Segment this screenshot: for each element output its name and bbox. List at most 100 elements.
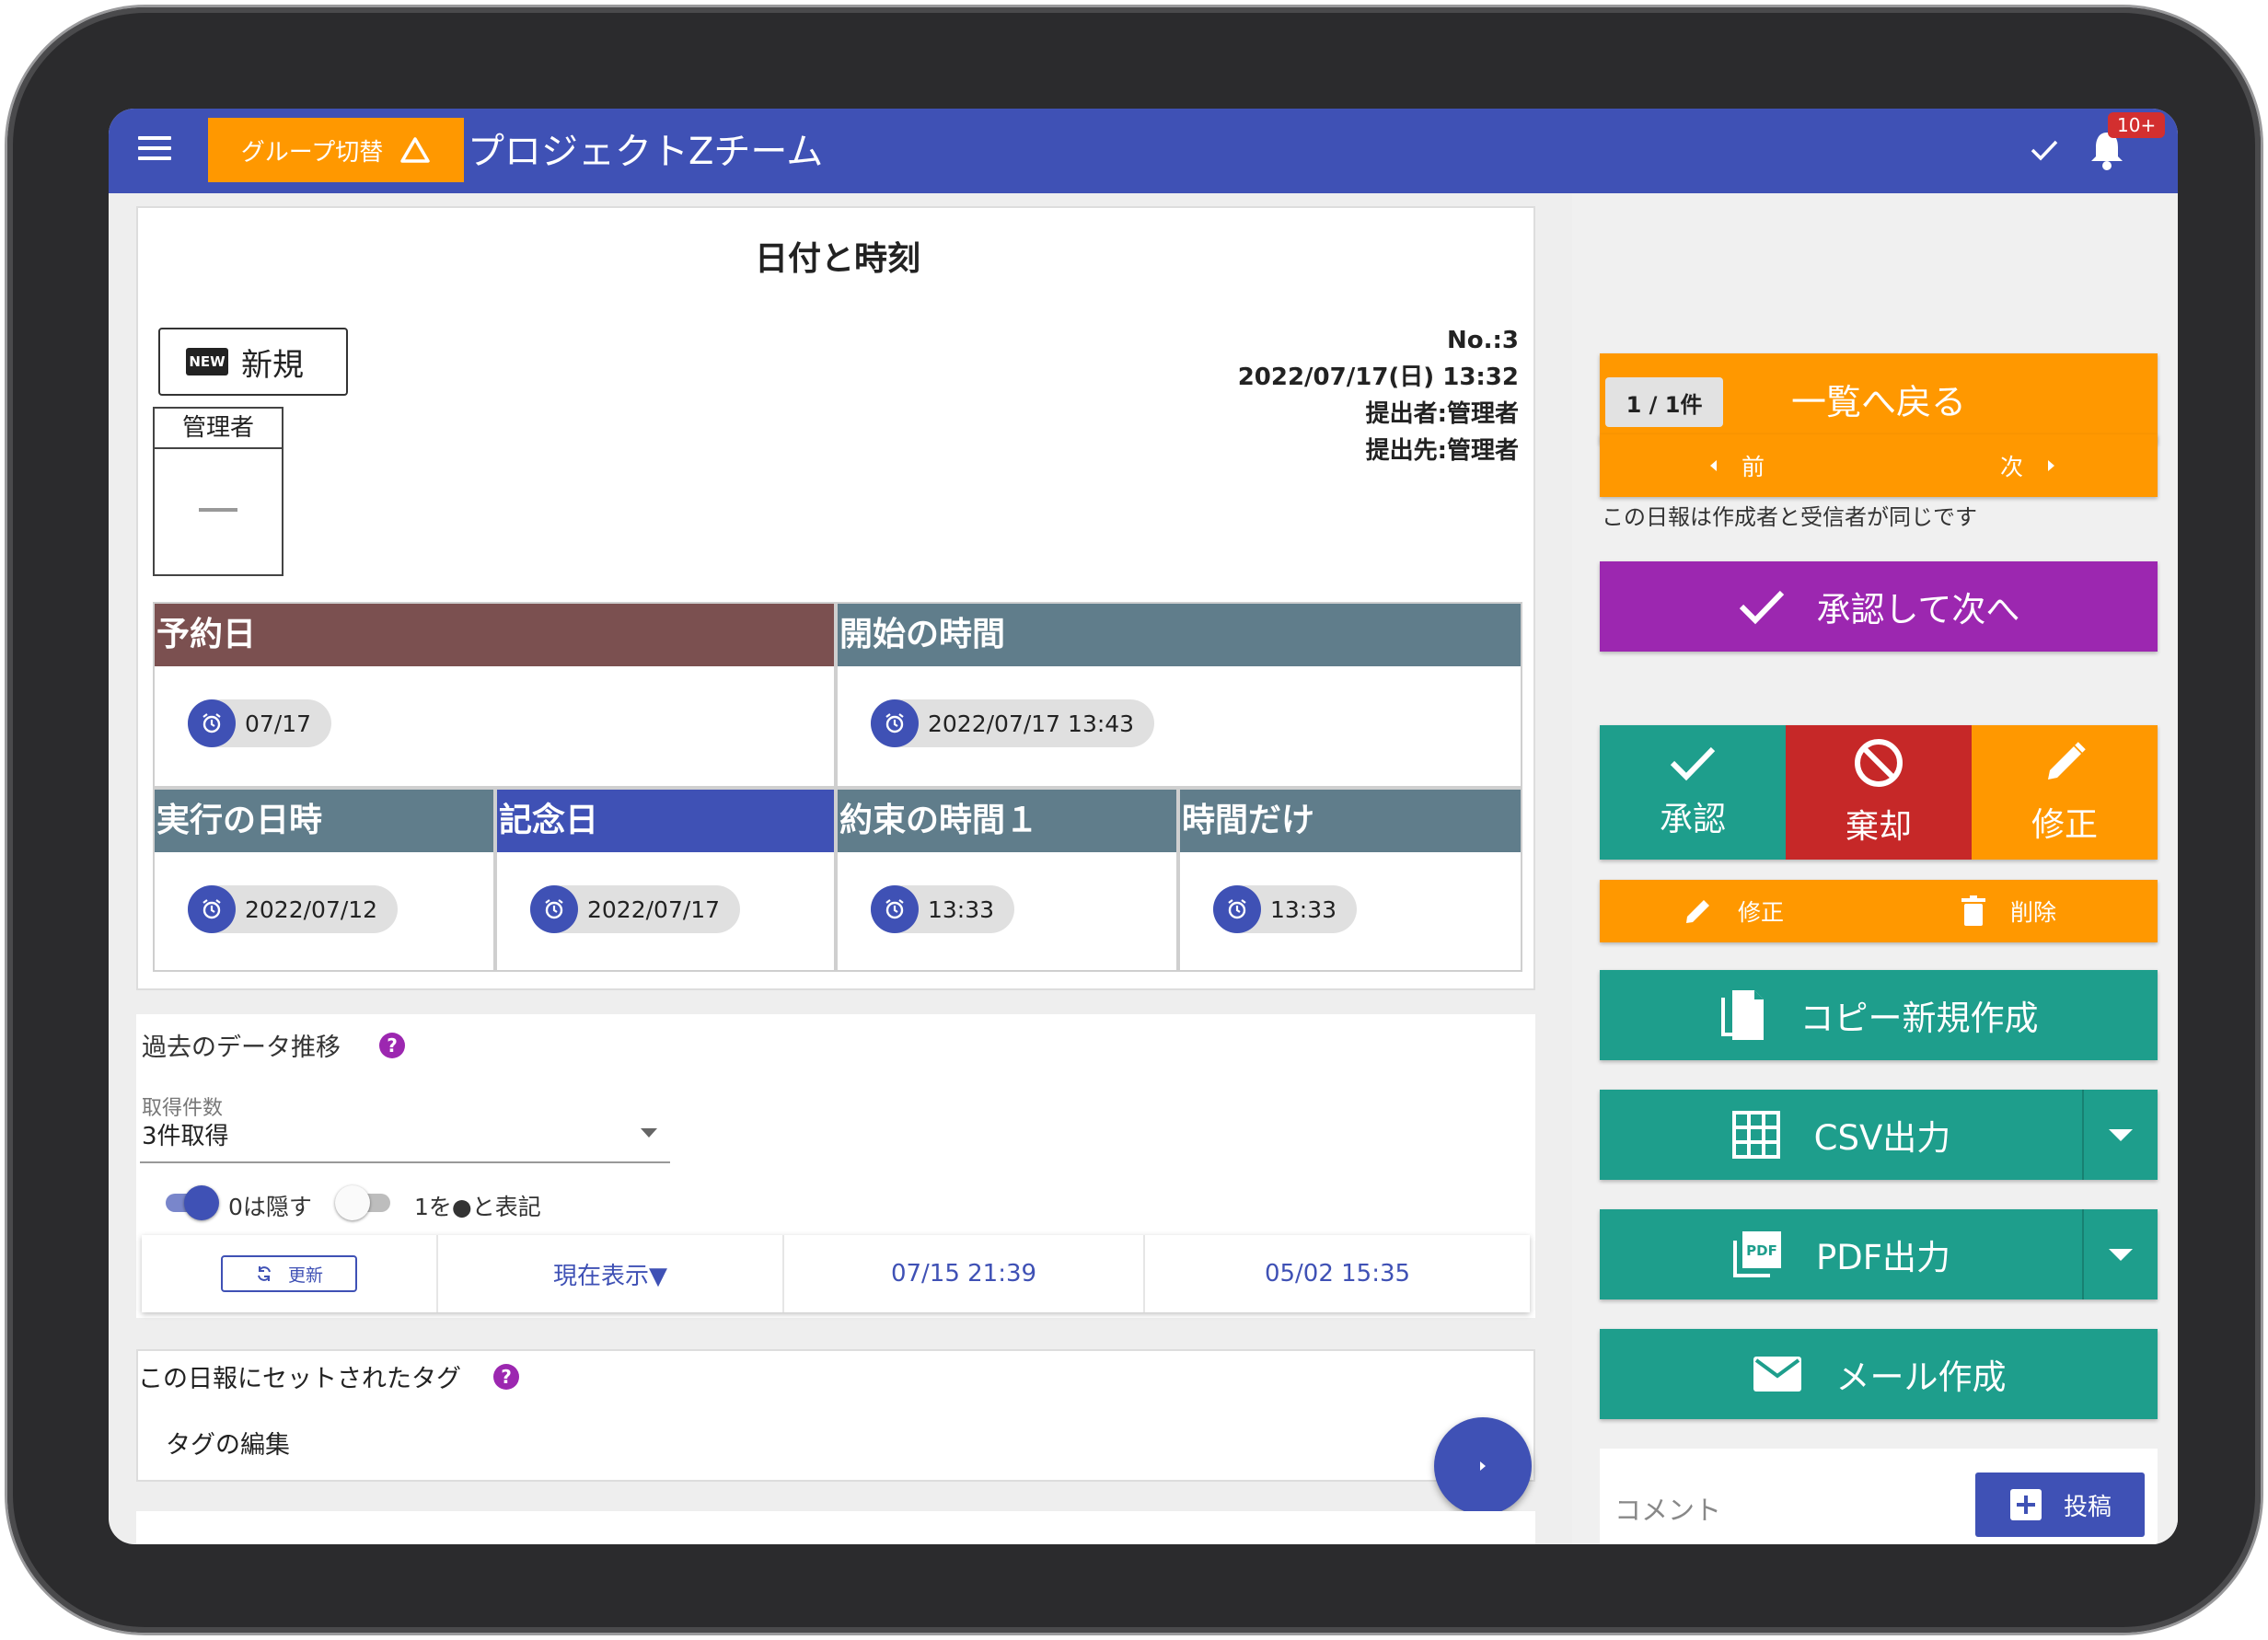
field-time-only: 時間だけ 13:33: [1178, 788, 1522, 972]
check-icon[interactable]: [2029, 136, 2060, 164]
same-author-notice: この日報は作成者と受信者が同じです: [1602, 504, 1977, 530]
refresh-label: 更新: [287, 1265, 323, 1286]
expand-fab-button[interactable]: [1434, 1417, 1532, 1515]
edit-label: 修正: [1738, 899, 1785, 926]
report-meta: No.:3 2022/07/17(日) 13:32 提出者:管理者 提出先:管理…: [1238, 322, 1519, 469]
copy-icon: [1720, 990, 1764, 1040]
hide-zero-label: 0は隠す: [228, 1194, 312, 1220]
alarm-clock-icon: [188, 885, 236, 933]
reject-button[interactable]: 棄却: [1786, 725, 1972, 860]
approver-label: 管理者: [155, 409, 282, 449]
chip-value: 2022/07/17: [587, 895, 721, 923]
history-column-current[interactable]: 現在表示▼: [438, 1235, 784, 1312]
decision-button-group: 承認 棄却 修正: [1600, 725, 2158, 860]
pager-bar: 前 次: [1600, 434, 2158, 497]
mail-create-button[interactable]: メール作成: [1600, 1329, 2158, 1419]
approver-empty-stamp: [199, 508, 237, 512]
hide-zero-toggle[interactable]: [162, 1184, 219, 1220]
prev-button[interactable]: 前: [1708, 449, 1765, 482]
report-submitter: 提出者:管理者: [1365, 400, 1519, 428]
chip-value: 2022/07/17 13:43: [928, 710, 1135, 737]
date-chip[interactable]: 13:33: [871, 885, 1015, 933]
next-label: 次: [1999, 454, 2023, 480]
back-to-list-label: 一覧へ戻る: [1790, 381, 1966, 422]
history-column-1[interactable]: 07/15 21:39: [784, 1235, 1145, 1312]
edit-button[interactable]: 修正: [1683, 895, 1784, 928]
edit-tags-link[interactable]: タグの編集: [166, 1425, 290, 1461]
next-button[interactable]: 次: [2000, 449, 2056, 482]
app-title: プロジェクトZチーム: [468, 131, 824, 173]
group-switch-button[interactable]: グループ切替: [208, 118, 464, 182]
field-label: 実行の日時: [155, 790, 493, 852]
approve-button[interactable]: 承認: [1600, 725, 1786, 860]
pdf-export-button[interactable]: PDF PDF出力: [1600, 1209, 2158, 1299]
refresh-button[interactable]: 更新: [221, 1255, 357, 1292]
warning-triangle-icon: [400, 137, 430, 163]
report-number: No.:3: [1447, 327, 1519, 354]
field-label: 予約日: [155, 604, 834, 666]
dot-notation-toggle[interactable]: [335, 1184, 392, 1220]
date-chip[interactable]: 07/17: [188, 699, 332, 747]
mail-create-label: メール作成: [1835, 1357, 2007, 1397]
delete-button[interactable]: 削除: [1961, 895, 2056, 928]
select-underline: [140, 1161, 670, 1163]
tablet-frame: グループ切替 プロジェクトZチーム 10+ 日付と時刻 NEW 新規 管理者 N…: [7, 7, 2261, 1633]
notification-badge: 10+: [2108, 112, 2166, 138]
alarm-clock-icon: [871, 885, 919, 933]
select-value: 3件取得: [142, 1123, 229, 1150]
approve-and-next-button[interactable]: 承認して次へ: [1600, 561, 2158, 652]
pdf-dropdown-button[interactable]: [2082, 1209, 2158, 1299]
comment-box: コメント 投稿: [1600, 1449, 2158, 1544]
report-datetime: 2022/07/17(日) 13:32: [1237, 364, 1519, 391]
mail-icon: [1753, 1357, 1801, 1392]
comment-input[interactable]: コメント: [1614, 1489, 1721, 1528]
chip-value: 13:33: [928, 895, 995, 923]
date-chip[interactable]: 2022/07/12: [188, 885, 399, 933]
alarm-clock-icon: [530, 885, 578, 933]
alarm-clock-icon: [188, 699, 236, 747]
field-anniversary: 記念日 2022/07/17: [495, 788, 836, 972]
date-chip[interactable]: 2022/07/17 13:43: [871, 699, 1155, 747]
pencil-icon: [2048, 742, 2086, 780]
caret-right-icon: [2048, 460, 2054, 471]
date-chip[interactable]: 13:33: [1213, 885, 1358, 933]
approver-stamp-box: 管理者: [153, 407, 284, 576]
history-column-2[interactable]: 05/02 15:35: [1145, 1235, 1530, 1312]
action-panel: 一覧へ戻る 1 / 1件 前 次 この日報は作成者と受信者が同じです 承認して次…: [1572, 193, 2178, 1544]
field-reservation-date: 予約日 07/17: [153, 602, 836, 788]
trash-icon: [1961, 895, 1985, 926]
post-label: 投稿: [2063, 1493, 2112, 1521]
data-history-card: 過去のデータ推移 ? 取得件数 3件取得 0は隠す 1を●と表記 更新 現在表示…: [136, 1014, 1535, 1318]
pdf-export-label: PDF出力: [1815, 1238, 1951, 1277]
group-switch-label: グループ切替: [240, 138, 384, 167]
prev-label: 前: [1742, 454, 1765, 480]
pdf-icon-text: PDF: [1746, 1242, 1777, 1259]
dot-notation-label: 1を●と表記: [414, 1194, 541, 1220]
csv-export-button[interactable]: CSV出力: [1600, 1090, 2158, 1180]
help-icon[interactable]: ?: [493, 1364, 519, 1390]
chip-value: 2022/07/12: [245, 895, 378, 923]
history-title: 過去のデータ推移: [142, 1034, 341, 1062]
csv-dropdown-button[interactable]: [2082, 1090, 2158, 1180]
copy-new-button[interactable]: コピー新規作成: [1600, 970, 2158, 1060]
tags-card: この日報にセットされたタグ ? タグの編集: [136, 1349, 1535, 1482]
reject-label: 棄却: [1845, 808, 1912, 846]
menu-icon[interactable]: [138, 136, 171, 164]
post-button[interactable]: 投稿: [1975, 1473, 2145, 1537]
page-count: 1 / 1件: [1605, 377, 1723, 427]
tags-title: この日報にセットされたタグ: [138, 1365, 461, 1393]
date-chip[interactable]: 2022/07/17: [530, 885, 741, 933]
report-card: 日付と時刻 NEW 新規 管理者 No.:3 2022/07/17(日) 13:…: [136, 206, 1535, 990]
help-icon[interactable]: ?: [379, 1033, 405, 1058]
revise-button[interactable]: 修正: [1972, 725, 2158, 860]
csv-export-label: CSV出力: [1813, 1118, 1951, 1158]
chip-value: 13:33: [1270, 895, 1337, 923]
pdf-icon: PDF: [1732, 1231, 1781, 1277]
delete-label: 削除: [2009, 899, 2056, 926]
field-execution-datetime: 実行の日時 2022/07/12: [153, 788, 495, 972]
refresh-icon: [258, 1266, 271, 1281]
caret-left-icon: [1710, 460, 1717, 471]
history-table: 更新 現在表示▼ 07/15 21:39 05/02 15:35: [142, 1235, 1530, 1312]
block-icon: [1855, 739, 1903, 787]
chevron-right-icon: [1480, 1461, 1486, 1471]
